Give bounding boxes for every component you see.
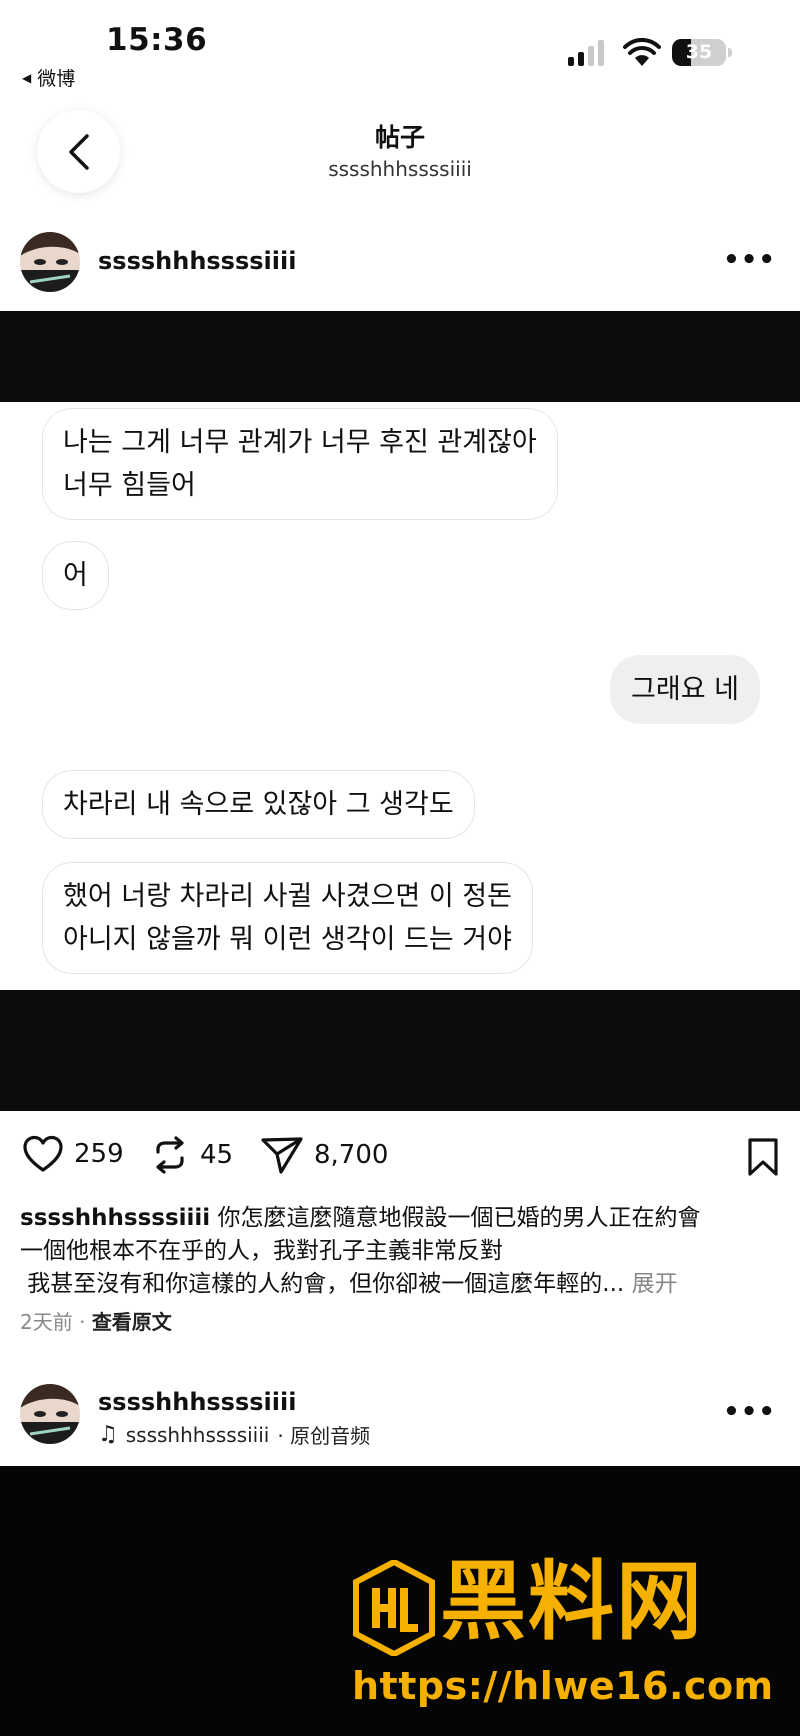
- heart-icon: [23, 1135, 63, 1172]
- reel-more-options-icon[interactable]: •••: [723, 1399, 776, 1425]
- share-icon: [261, 1137, 303, 1174]
- chat-bubble-line: 너무 힘들어: [63, 470, 196, 501]
- caption-username[interactable]: sssshhhssssiiii: [20, 1205, 210, 1231]
- chat-bubble-line: 아니지 않을까 뭐 이런 생각이 드는 거야: [63, 924, 512, 955]
- audio-label: · 原创音频: [277, 1424, 371, 1448]
- chat-bubble-line: 했어 너랑 차라리 사귈 사겼으면 이 정돈: [63, 881, 512, 912]
- watermark-url: https://hlwe16.com: [352, 1664, 774, 1708]
- repost-icon: [156, 1136, 184, 1174]
- clock: 15:36: [106, 22, 208, 58]
- chat-bubble-left: 어: [42, 541, 109, 610]
- chat-bubble-left: 했어 너랑 차라리 사귈 사겼으면 이 정돈아니지 않을까 뭐 이런 생각이 드…: [42, 862, 533, 974]
- chat-bubble-line: 차라리 내 속으로 있잖아 그 생각도: [63, 789, 454, 820]
- repost-count: 45: [200, 1140, 234, 1170]
- reel-avatar[interactable]: [20, 1384, 80, 1444]
- status-bar: 15:36 ◀ 微博 35: [0, 0, 800, 95]
- post-meta: 2天前 · 查看原文: [20, 1310, 172, 1334]
- chat-bubble-left: 차라리 내 속으로 있잖아 그 생각도: [42, 770, 475, 839]
- chat-bubble-line: 어: [63, 560, 88, 591]
- caption-text-line1: 你怎麼這麼隨意地假設一個已婚的男人正在約會: [217, 1205, 701, 1231]
- post-author-row: sssshhhssssiiii •••: [20, 232, 780, 292]
- chat-bubble-line: 그래요 네: [631, 674, 739, 705]
- reel-author-row: sssshhhssssiiii ♫ sssshhhssssiiii · 原创音频…: [20, 1384, 780, 1449]
- like-action[interactable]: 259: [22, 1135, 124, 1173]
- avatar[interactable]: [20, 232, 80, 292]
- chat-bubble-line: 나는 그게 너무 관계가 너무 후진 관계잖아: [63, 427, 537, 458]
- post-actions: 259 45 8,700: [20, 1135, 780, 1179]
- audio-author: sssshhhssssiiii: [125, 1422, 270, 1447]
- battery-level: 35: [685, 41, 713, 63]
- caption-text-line2: 一個他根本不在乎的人，我對孔子主義非常反對: [20, 1238, 503, 1264]
- post-image[interactable]: 나는 그게 너무 관계가 너무 후진 관계잖아너무 힘들어어그래요 네차라리 내…: [0, 311, 800, 1111]
- black-band-top: [0, 311, 800, 402]
- post-caption: sssshhhssssiiii 你怎麼這麼隨意地假設一個已婚的男人正在約會 一個…: [20, 1202, 780, 1301]
- chat-bubble-left: 나는 그게 너무 관계가 너무 후진 관계잖아너무 힘들어: [42, 408, 558, 520]
- like-count: 259: [74, 1139, 124, 1169]
- post-author-name[interactable]: sssshhhssssiiii: [98, 247, 296, 275]
- share-action[interactable]: 8,700: [260, 1135, 388, 1175]
- black-band-bottom: [0, 990, 800, 1111]
- bookmark-icon[interactable]: [746, 1137, 780, 1181]
- watermark-logo-icon: [353, 1560, 435, 1656]
- watermark-title: 黑料网: [440, 1552, 704, 1652]
- chat-bubble-right: 그래요 네: [610, 655, 760, 724]
- back-app-label: 微博: [37, 68, 76, 90]
- signal-icon: [568, 40, 604, 66]
- page-subtitle: sssshhhssssiiii: [328, 157, 472, 181]
- battery-icon: 35: [672, 39, 726, 66]
- caption-expand-link[interactable]: 展开: [632, 1271, 678, 1297]
- back-to-app-link[interactable]: ◀ 微博: [22, 64, 75, 91]
- caption-text-line3: 我甚至沒有和你這樣的人約會，但你卻被一個這麼年輕的...: [20, 1271, 625, 1297]
- view-original-link[interactable]: 查看原文: [92, 1310, 172, 1334]
- back-triangle-icon: ◀: [22, 70, 32, 85]
- wifi-icon: [623, 38, 661, 66]
- more-options-icon[interactable]: •••: [723, 247, 776, 273]
- reel-audio[interactable]: ♫ sssshhhssssiiii · 原创音频: [98, 1420, 370, 1449]
- share-count: 8,700: [314, 1140, 389, 1170]
- page-title: 帖子: [374, 123, 425, 152]
- repost-action[interactable]: 45: [150, 1135, 233, 1175]
- post-time: 2天前: [20, 1310, 73, 1334]
- music-note-icon: ♫: [98, 1422, 118, 1447]
- reel-author-name[interactable]: sssshhhssssiiii: [98, 1388, 296, 1416]
